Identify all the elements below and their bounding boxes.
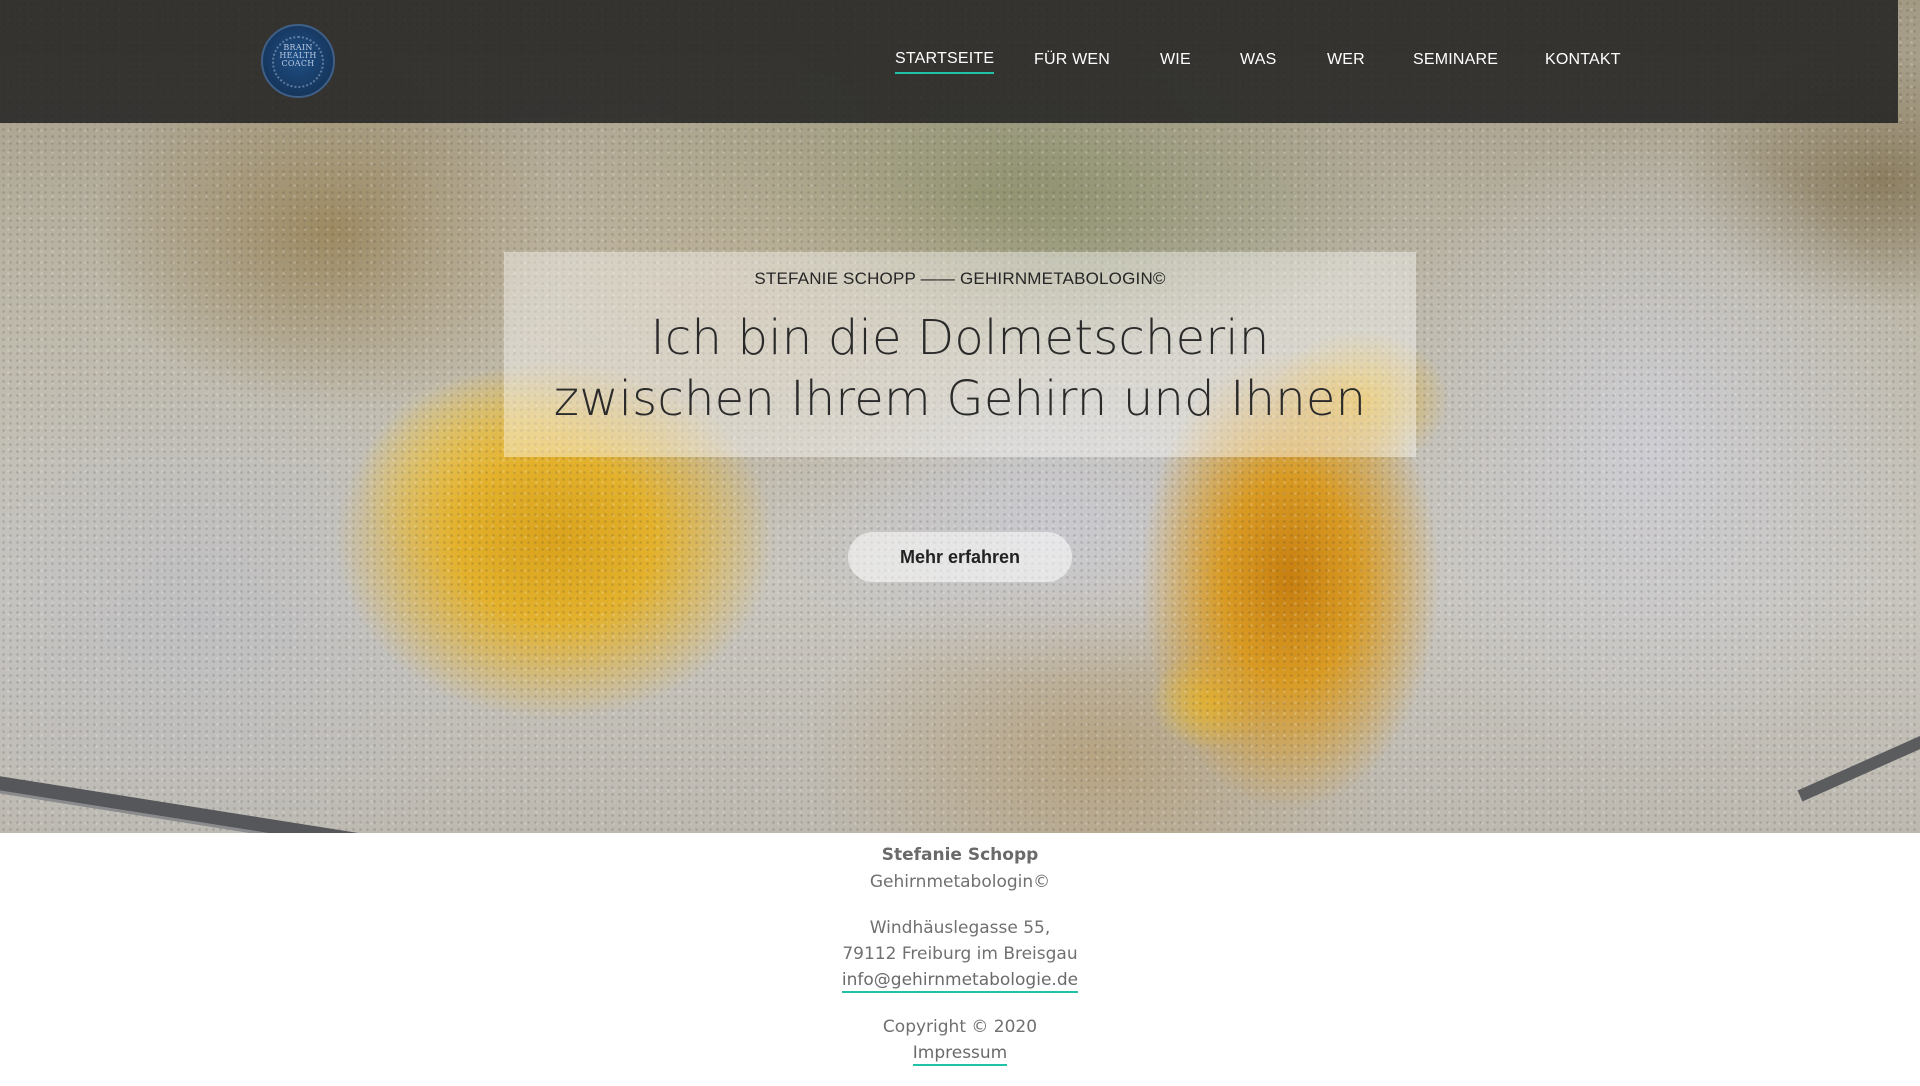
footer-email-link[interactable]: info@gehirnmetabologie.de bbox=[841, 970, 1079, 993]
nav-item-startseite[interactable]: STARTSEITE bbox=[895, 50, 995, 74]
footer-impressum-row: Impressum bbox=[0, 1043, 1920, 1066]
footer-street: Windhäuslegasse 55, bbox=[869, 918, 1051, 938]
nav-item-fuer-wen[interactable]: FÜR WEN bbox=[1034, 51, 1110, 69]
footer-title: Gehirnmetabologin© bbox=[869, 872, 1051, 892]
hero-headline-box: STEFANIE SCHOPP —— GEHIRNMETABOLOGIN© Ic… bbox=[504, 252, 1416, 457]
nav-item-seminare[interactable]: SEMINARE bbox=[1413, 51, 1498, 69]
mehr-erfahren-button[interactable]: Mehr erfahren bbox=[848, 532, 1072, 582]
nav-item-was[interactable]: WAS bbox=[1240, 51, 1276, 69]
footer-copyright: Copyright © 2020 bbox=[882, 1017, 1038, 1037]
footer-email-row: info@gehirnmetabologie.de bbox=[0, 970, 1920, 993]
hero-headline: Ich bin die Dolmetscherin zwischen Ihrem… bbox=[504, 308, 1416, 430]
main-nav: STARTSEITE FÜR WEN WIE WAS WER SEMINARE … bbox=[0, 0, 1898, 123]
nav-item-wer[interactable]: WER bbox=[1327, 51, 1365, 69]
hero-headline-line-1: Ich bin die Dolmetscherin bbox=[650, 310, 1270, 366]
footer: Stefanie Schopp Gehirnmetabologin© Windh… bbox=[0, 833, 1920, 1086]
navbar: BRAIN HEALTH COACH STARTSEITE FÜR WEN WI… bbox=[0, 0, 1898, 123]
nav-item-wie[interactable]: WIE bbox=[1160, 51, 1191, 69]
footer-name: Stefanie Schopp bbox=[881, 845, 1039, 865]
hero-headline-line-2: zwischen Ihrem Gehirn und Ihnen bbox=[553, 371, 1367, 427]
hero-eyebrow: STEFANIE SCHOPP —— GEHIRNMETABOLOGIN© bbox=[754, 269, 1166, 288]
footer-impressum-link[interactable]: Impressum bbox=[912, 1043, 1008, 1066]
nav-item-kontakt[interactable]: KONTAKT bbox=[1545, 51, 1621, 69]
footer-city: 79112 Freiburg im Breisgau bbox=[842, 944, 1078, 964]
